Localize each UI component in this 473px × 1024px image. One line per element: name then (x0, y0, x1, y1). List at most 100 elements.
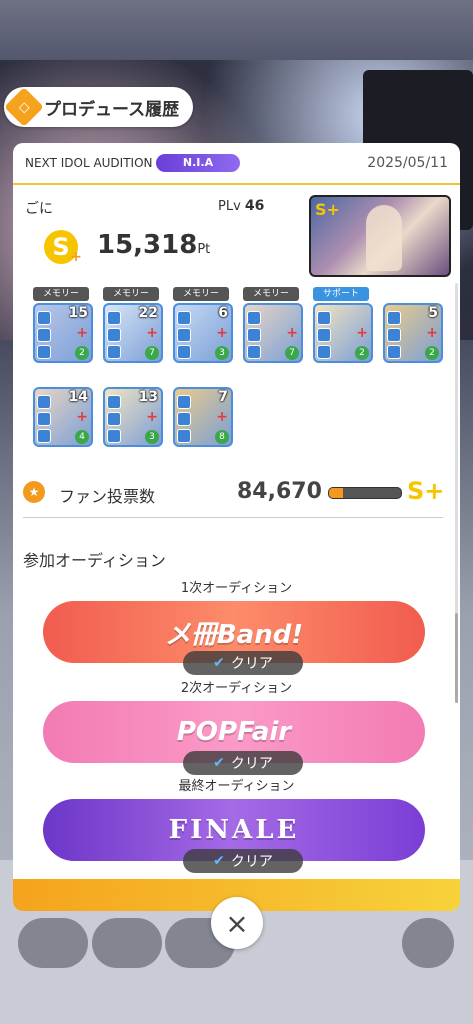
effect-icon (107, 429, 121, 443)
divider (23, 517, 443, 518)
card-level: 7 (145, 346, 159, 360)
audition-logo: POPFair (176, 717, 292, 747)
card-type-tag: サポート (313, 287, 369, 301)
background-nav-button (92, 918, 162, 968)
auditions-title: 参加オーディション (23, 551, 166, 570)
effect-icon (107, 345, 121, 359)
scrollbar-track[interactable] (455, 283, 458, 663)
skill-card[interactable]: 5 +2 (383, 303, 443, 363)
card-plus-icon: + (76, 409, 88, 425)
skill-card[interactable]: 13 +3 (103, 387, 163, 447)
idol-thumbnail[interactable]: S+ (309, 195, 451, 277)
card-effect-icons (107, 311, 121, 359)
card-effect-icons (177, 311, 191, 359)
clear-text: クリア (230, 854, 273, 870)
idol-figure (366, 205, 402, 271)
card-count: 7 (218, 389, 228, 405)
produce-date: 2025/05/11 (367, 155, 448, 171)
effect-icon (107, 412, 121, 426)
effect-icon (177, 412, 191, 426)
produce-history-icon: ◇ (4, 87, 44, 127)
card-type-tag: メモリー (103, 287, 159, 301)
scrollbar-thumb[interactable] (455, 613, 458, 703)
clear-text: クリア (230, 756, 273, 772)
skill-card[interactable]: 14 +4 (33, 387, 93, 447)
effect-icon (177, 429, 191, 443)
effect-icon (387, 328, 401, 342)
audition-logo: メ冊Band! (164, 619, 304, 650)
screen-title-text: プロデュース履歴 (44, 99, 180, 120)
audition-stage-label: 1次オーディション (180, 581, 293, 596)
skill-card[interactable]: 22 +7 (103, 303, 163, 363)
card-plus-icon: + (216, 409, 228, 425)
card-level: 3 (145, 430, 159, 444)
fan-votes-value: 84,670 (237, 479, 322, 504)
card-level: 2 (355, 346, 369, 360)
effect-icon (37, 429, 51, 443)
background-menu-button (402, 918, 454, 968)
card-level: 4 (75, 430, 89, 444)
card-level: 8 (215, 430, 229, 444)
check-icon: ✔ (213, 853, 225, 869)
skill-card[interactable]: +2 (313, 303, 373, 363)
card-plus-icon: + (76, 325, 88, 341)
effect-icon (37, 395, 51, 409)
skill-card[interactable]: 7 +8 (173, 387, 233, 447)
effect-icon (37, 412, 51, 426)
producer-level: PLv 46 (218, 198, 264, 214)
fan-votes-progress-fill (329, 488, 344, 498)
card-plus-icon: + (356, 325, 368, 341)
screen-title: ◇ プロデュース履歴 (4, 87, 194, 127)
effect-icon (247, 328, 261, 342)
effect-icon (177, 311, 191, 325)
clear-badge: ✔ クリア (183, 751, 303, 775)
effect-icon (247, 345, 261, 359)
card-count: 22 (138, 305, 158, 321)
svg-text:S: S (52, 233, 69, 261)
score-unit: Pt (197, 242, 211, 257)
close-button[interactable]: × (211, 897, 263, 949)
close-icon: × (225, 906, 249, 940)
audition-name: NEXT IDOL AUDITION (25, 156, 153, 170)
effect-icon (177, 345, 191, 359)
effect-icon (177, 395, 191, 409)
produce-score: 15,318Pt (97, 230, 210, 260)
effect-icon (107, 395, 121, 409)
card-plus-icon: + (146, 325, 158, 341)
clear-text: クリア (230, 656, 273, 672)
skill-card[interactable]: 6 +3 (173, 303, 233, 363)
history-panel: NEXT IDOL AUDITION N.I.A 2025/05/11 ごに P… (13, 143, 460, 911)
check-icon: ✔ (213, 655, 225, 671)
card-effect-icons (177, 395, 191, 443)
rank-s-plus-icon: S + (44, 230, 82, 265)
audition-logo: FINALE (168, 815, 300, 845)
card-effect-icons (37, 311, 51, 359)
effect-icon (317, 328, 331, 342)
skill-card[interactable]: +7 (243, 303, 303, 363)
card-level: 7 (285, 346, 299, 360)
skill-card[interactable]: 15 +2 (33, 303, 93, 363)
clear-badge: ✔ クリア (183, 651, 303, 675)
effect-icon (37, 345, 51, 359)
audition-stage-label: 2次オーディション (180, 681, 293, 696)
card-level: 3 (215, 346, 229, 360)
audition-stage-label: 最終オーディション (178, 779, 295, 794)
effect-icon (107, 311, 121, 325)
card-plus-icon: + (426, 325, 438, 341)
effect-icon (107, 328, 121, 342)
card-count: 14 (68, 389, 88, 405)
background-home-button (18, 918, 88, 968)
card-count: 15 (68, 305, 88, 321)
thumbnail-rank-icon: S+ (315, 200, 340, 219)
card-plus-icon: + (286, 325, 298, 341)
panel-header: NEXT IDOL AUDITION N.I.A 2025/05/11 (13, 143, 460, 185)
fan-votes-icon: ★ (23, 481, 45, 503)
card-effect-icons (107, 395, 121, 443)
history-scroll-area[interactable]: メモリー 15 +2 メモリー 22 +7 メモリー 6 +3 メモリー +7 サポート +2 5 +2 1… (23, 275, 450, 891)
card-effect-icons (317, 311, 331, 359)
card-count: 13 (138, 389, 158, 405)
effect-icon (387, 311, 401, 325)
card-effect-icons (247, 311, 261, 359)
check-icon: ✔ (213, 755, 225, 771)
card-effect-icons (37, 395, 51, 443)
